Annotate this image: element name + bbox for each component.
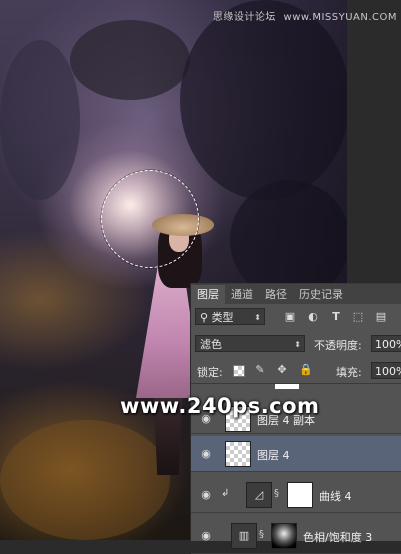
layer-row-selected[interactable]: ◉ 图层 4 xyxy=(191,436,401,472)
hue-saturation-adjustment-icon: ▥ xyxy=(231,523,257,549)
curves-adjustment-icon: ◿ xyxy=(246,482,272,508)
eye-icon[interactable]: ◉ xyxy=(199,447,213,461)
layer-thumbnail xyxy=(225,441,251,467)
opacity-input[interactable]: 100% xyxy=(371,335,401,352)
elliptical-selection-marquee[interactable] xyxy=(101,170,199,268)
tab-layers[interactable]: 图层 xyxy=(191,285,225,304)
site-watermark: www.240ps.com xyxy=(120,394,320,418)
opacity-label: 不透明度: xyxy=(314,339,362,352)
lock-position-icon[interactable]: ✥ xyxy=(276,364,288,376)
panel-tabs: 图层 通道 路径 历史记录 xyxy=(191,284,401,304)
chevron-updown-icon: ⬍ xyxy=(294,340,301,349)
link-icon: § xyxy=(274,488,279,499)
lock-transparent-pixels-icon[interactable] xyxy=(233,365,245,377)
eye-icon[interactable]: ◉ xyxy=(199,488,213,502)
fill-input[interactable]: 100% xyxy=(371,362,401,379)
fill-label: 填充: xyxy=(336,366,362,379)
layer-filter-label: 类型 xyxy=(211,311,234,324)
blend-mode-value: 滤色 xyxy=(200,338,222,351)
clipping-arrow-icon: ↲ xyxy=(221,488,230,499)
layer-name[interactable]: 色相/饱和度 3 xyxy=(303,529,372,545)
search-icon: ⚲ xyxy=(200,311,212,324)
watermark-left: 思缘设计论坛 xyxy=(212,12,276,23)
layer-name[interactable]: 图层 4 xyxy=(257,447,290,463)
type-filter-icon[interactable]: T xyxy=(330,311,342,323)
lock-all-icon[interactable]: 🔒 xyxy=(299,364,313,376)
image-filter-icon[interactable]: ▣ xyxy=(284,311,296,323)
smart-object-filter-icon[interactable]: ▤ xyxy=(375,311,387,323)
layer-name[interactable]: 曲线 4 xyxy=(319,488,352,504)
partial-layer-thumbnail xyxy=(275,384,299,389)
lock-label: 锁定: xyxy=(197,366,223,379)
layer-row[interactable]: ◉ ▥ § 色相/饱和度 3 xyxy=(191,518,401,554)
lock-image-pixels-icon[interactable]: ✎ xyxy=(254,364,266,376)
layer-mask-thumbnail xyxy=(287,482,313,508)
shape-filter-icon[interactable]: ⬚ xyxy=(352,311,364,323)
layer-mask-thumbnail xyxy=(271,523,297,549)
link-icon: § xyxy=(259,529,264,540)
layer-filter-select[interactable]: ⚲ 类型 ⬍ xyxy=(195,308,265,325)
watermark-right: www.MISSYUAN.COM xyxy=(283,12,397,23)
tab-channels[interactable]: 通道 xyxy=(225,285,259,304)
adjustment-filter-icon[interactable]: ◐ xyxy=(307,311,319,323)
eye-icon[interactable]: ◉ xyxy=(199,529,213,543)
tab-history[interactable]: 历史记录 xyxy=(293,285,349,304)
blend-mode-select[interactable]: 滤色 ⬍ xyxy=(195,335,305,352)
watermark: 思缘设计论坛 www.MISSYUAN.COM xyxy=(213,8,397,23)
layer-row[interactable]: ◉ ↲ ◿ § 曲线 4 xyxy=(191,477,401,513)
chevron-updown-icon: ⬍ xyxy=(254,313,261,322)
tab-paths[interactable]: 路径 xyxy=(259,285,293,304)
